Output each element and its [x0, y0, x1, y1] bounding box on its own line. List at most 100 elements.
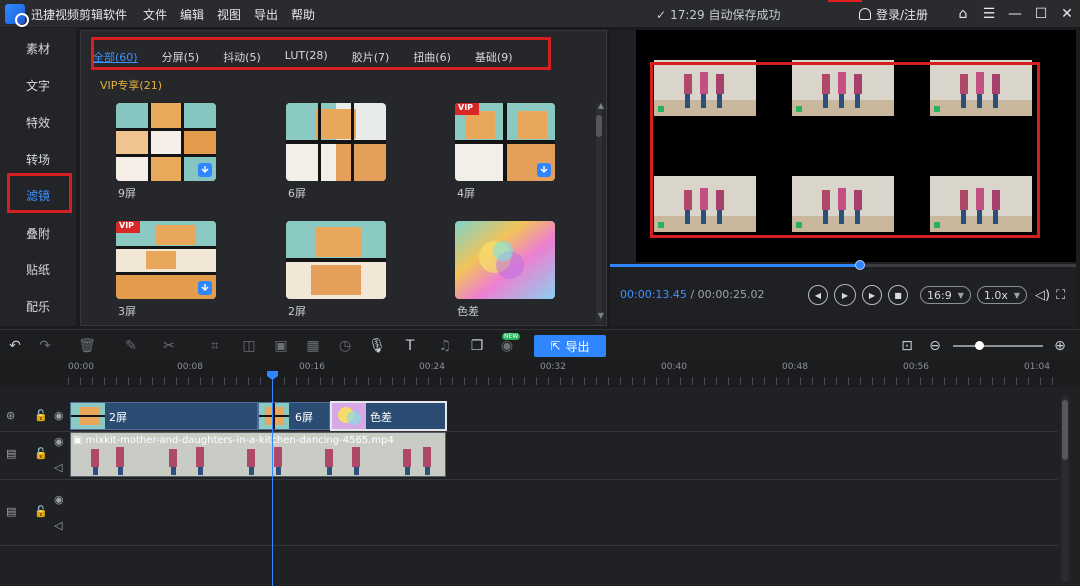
audio-icon[interactable]: ♫: [436, 337, 454, 355]
filter-clip-6-screen[interactable]: 6屏: [258, 402, 330, 430]
mosaic-icon[interactable]: ▦: [304, 337, 322, 355]
zoom-slider[interactable]: [953, 341, 1043, 350]
split-3-preview-icon: [116, 221, 216, 299]
left-sidebar: 素材 文字 特效 转场 滤镜 叠附 贴纸 配乐: [0, 28, 76, 326]
title-bar: 迅捷视频剪辑软件 文件 编辑 视图 导出 帮助 ✓ 17:29 自动保存成功 登录…: [0, 0, 1080, 28]
sidebar-item-music[interactable]: 配乐: [0, 288, 76, 325]
lock-icon[interactable]: 🔓: [34, 447, 48, 460]
tab-basic[interactable]: 基础(9): [475, 39, 513, 65]
speed-select[interactable]: 1.0x ▼: [976, 286, 1028, 304]
microphone-icon[interactable]: 🎙: [368, 337, 386, 355]
filter-thumb-3-screen[interactable]: VIP: [116, 221, 216, 299]
filter-label-6-screen: 6屏: [288, 187, 306, 200]
sidebar-item-media[interactable]: 素材: [0, 30, 76, 67]
tab-film[interactable]: 胶片(7): [352, 39, 390, 65]
close-button[interactable]: ✕: [1054, 0, 1080, 28]
video-preview[interactable]: [636, 30, 1076, 262]
ruler-label: 00:00: [68, 362, 94, 372]
track-divider: [0, 545, 1058, 546]
eye-icon[interactable]: ◉: [54, 435, 64, 448]
menu-file[interactable]: 文件: [143, 6, 180, 23]
sidebar-item-overlay[interactable]: 叠附: [0, 215, 76, 252]
menu-help[interactable]: 帮助: [291, 6, 328, 23]
undo-icon[interactable]: ↶: [6, 337, 24, 355]
track-divider: [0, 479, 1058, 480]
split-2-preview-icon: [286, 221, 386, 299]
fullscreen-icon[interactable]: ⛶: [1056, 288, 1065, 303]
timeline-vertical-scrollbar[interactable]: [1061, 396, 1069, 582]
export-button[interactable]: ⇱ 导出: [534, 335, 606, 357]
ruler-label: 00:08: [177, 362, 203, 372]
tab-shake[interactable]: 抖动(5): [223, 39, 261, 65]
redo-icon[interactable]: ↷: [36, 337, 54, 355]
section-title-vip: VIP专享(21): [100, 79, 162, 92]
tab-lut[interactable]: LUT(28): [285, 39, 328, 65]
copy-icon[interactable]: ❐: [468, 337, 486, 355]
zoom-out-icon[interactable]: ⊖: [926, 337, 944, 355]
prev-frame-icon[interactable]: ◀: [808, 285, 828, 305]
filter-label-9-screen: 9屏: [118, 187, 136, 200]
speaker-icon[interactable]: ◁: [54, 461, 62, 474]
check-icon: ✓: [656, 8, 667, 22]
filter-thumb-6-screen[interactable]: [286, 103, 386, 181]
scroll-up-icon[interactable]: ▲: [598, 101, 604, 110]
minimize-button[interactable]: —: [1002, 0, 1028, 28]
tab-distort[interactable]: 扭曲(6): [413, 39, 451, 65]
playhead-line[interactable]: [272, 372, 273, 586]
edit-icon[interactable]: ✎: [122, 337, 140, 355]
split-icon[interactable]: ◫: [240, 337, 258, 355]
clock-icon[interactable]: ◷: [336, 337, 354, 355]
filter-clip-2-screen[interactable]: 2屏: [70, 402, 258, 430]
filter-thumb-2-screen[interactable]: [286, 221, 386, 299]
library-scrollbar[interactable]: [596, 103, 602, 323]
lock-icon[interactable]: 🔓: [34, 505, 48, 518]
timeline-ruler[interactable]: 00:00 00:08 00:16 00:24 00:32 00:40 00:4…: [68, 361, 1068, 387]
eye-icon[interactable]: ◉: [54, 409, 64, 422]
play-icon[interactable]: ▶: [834, 284, 856, 306]
speaker-icon[interactable]: ◁: [54, 519, 62, 532]
aspect-ratio-select[interactable]: 16:9 ▼: [920, 286, 971, 304]
freeze-icon[interactable]: ▣: [272, 337, 290, 355]
filter-track-icon: ⊛: [6, 409, 16, 422]
tab-all[interactable]: 全部(60): [93, 39, 138, 65]
sidebar-item-text[interactable]: 文字: [0, 67, 76, 104]
split-6-preview-icon: [286, 103, 386, 181]
zoom-knob[interactable]: [975, 341, 984, 350]
video-clip[interactable]: ▣ mixkit-mother-and-daughters-in-a-kitch…: [70, 432, 446, 477]
zoom-in-icon[interactable]: ⊕: [1051, 337, 1069, 355]
timeline-scroll-thumb[interactable]: [1062, 400, 1068, 460]
ruler-label: 00:32: [540, 362, 566, 372]
next-frame-icon[interactable]: ▶: [862, 285, 882, 305]
volume-icon[interactable]: ◁): [1035, 288, 1050, 303]
menu-edit[interactable]: 编辑: [180, 6, 217, 23]
vip-badge: VIP: [458, 103, 474, 112]
fit-timeline-icon[interactable]: ⊡: [898, 337, 916, 355]
stop-icon[interactable]: ■: [888, 285, 908, 305]
menu-export[interactable]: 导出: [254, 6, 291, 23]
library-scroll-thumb[interactable]: [596, 115, 602, 137]
split-9-preview-icon: [116, 103, 216, 181]
lock-icon[interactable]: 🔓: [34, 409, 48, 422]
sidebar-item-effects[interactable]: 特效: [0, 104, 76, 141]
scroll-down-icon[interactable]: ▼: [598, 311, 604, 320]
text-to-speech-icon[interactable]: T: [401, 337, 419, 355]
delete-icon[interactable]: 🗑: [78, 337, 96, 355]
clip-thumb: [259, 403, 289, 429]
app-logo-icon: [5, 4, 29, 27]
eye-icon[interactable]: ◉: [54, 493, 64, 506]
filter-thumb-chromatic[interactable]: [455, 221, 555, 299]
home-icon[interactable]: ⌂: [950, 0, 976, 28]
cut-icon[interactable]: ✂: [160, 337, 178, 355]
playback-progress-bar[interactable]: [610, 260, 1076, 270]
login-button[interactable]: 登录/注册: [858, 6, 928, 23]
maximize-button[interactable]: ☐: [1028, 0, 1054, 28]
hamburger-menu-icon[interactable]: ☰: [976, 0, 1002, 28]
tab-split-screen[interactable]: 分屏(5): [162, 39, 200, 65]
filter-clip-chromatic[interactable]: 色差: [330, 401, 447, 431]
progress-knob[interactable]: [855, 260, 865, 270]
filter-thumb-4-screen[interactable]: VIP: [455, 103, 555, 181]
sidebar-item-stickers[interactable]: 贴纸: [0, 251, 76, 288]
filter-thumb-9-screen[interactable]: [116, 103, 216, 181]
menu-view[interactable]: 视图: [217, 6, 254, 23]
crop-icon[interactable]: ⌗: [206, 337, 224, 355]
